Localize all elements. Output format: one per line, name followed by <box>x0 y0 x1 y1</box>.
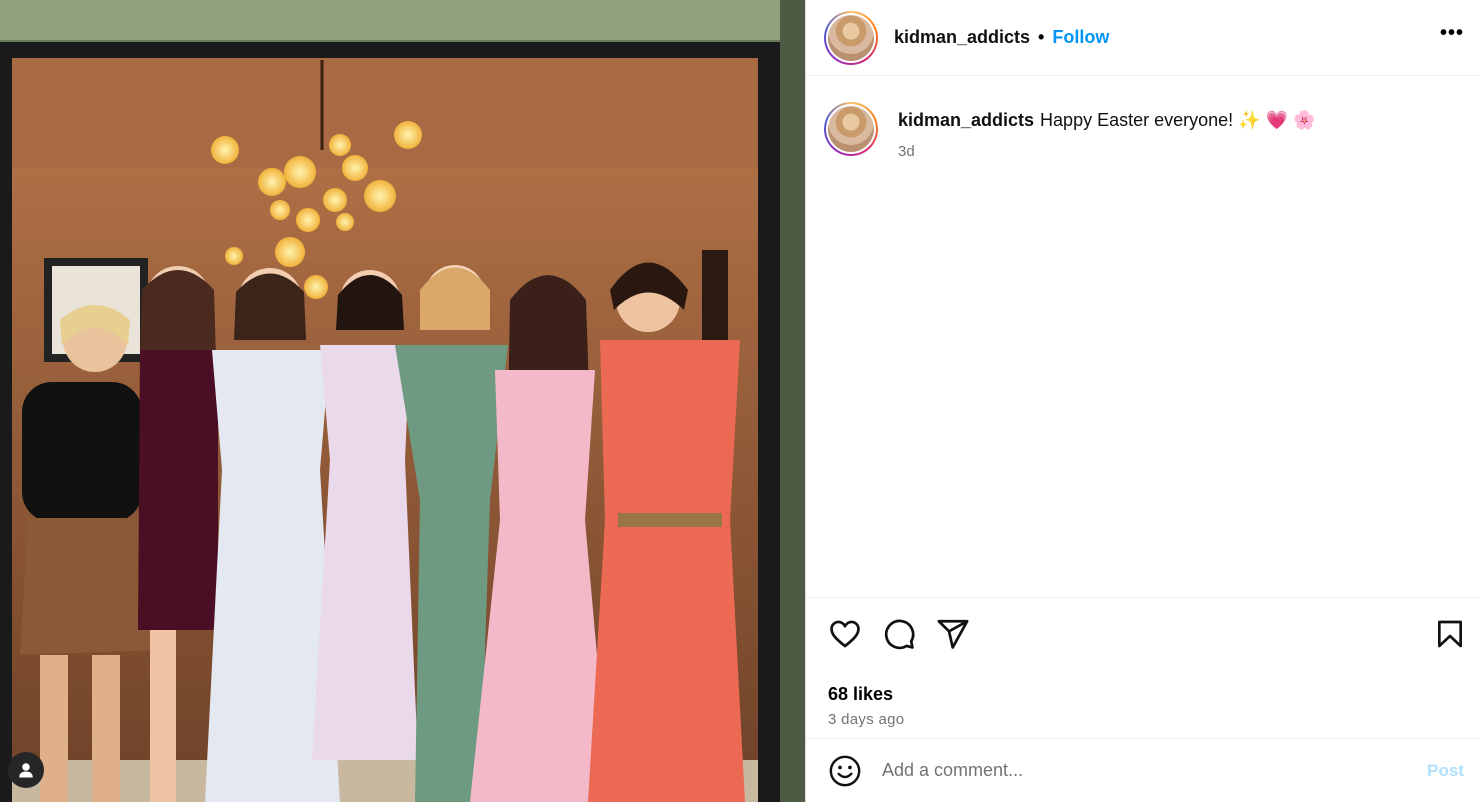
save-button[interactable] <box>1434 617 1466 651</box>
more-options-icon[interactable]: ••• <box>1440 22 1464 53</box>
post-comment-button[interactable]: Post <box>1427 761 1464 781</box>
bookmark-icon <box>1438 620 1462 648</box>
post-actions: 68 likes 3 days ago <box>806 597 1480 738</box>
heart-icon <box>830 620 860 648</box>
like-button[interactable] <box>828 617 862 651</box>
separator-dot: • <box>1038 27 1045 47</box>
author-avatar[interactable] <box>824 10 878 65</box>
post-dialog: kidman_addicts • Follow ••• kidman_addic… <box>0 0 1480 802</box>
comment-bar: Post <box>806 738 1480 802</box>
comment-input[interactable] <box>882 760 1428 781</box>
comments-section: kidman_addicts Happy Easter everyone! ✨ 💗… <box>806 76 1480 597</box>
share-icon <box>937 619 969 649</box>
comment-button[interactable] <box>882 617 916 651</box>
comment-icon <box>884 619 915 650</box>
photo-illustration <box>0 0 805 802</box>
likes-count[interactable]: 68 likes <box>828 684 1466 705</box>
tag-people-button[interactable] <box>8 752 44 788</box>
caption-avatar[interactable] <box>824 102 878 156</box>
emoji-icon <box>829 755 861 786</box>
post-image[interactable] <box>0 0 805 802</box>
author-username[interactable]: kidman_addicts <box>894 27 1030 48</box>
emoji-button[interactable] <box>828 754 862 788</box>
post-header: kidman_addicts • Follow ••• <box>806 0 1480 76</box>
caption-timestamp[interactable]: 3d <box>898 143 1315 160</box>
follow-button[interactable]: Follow <box>1052 27 1109 48</box>
post-side-panel: kidman_addicts • Follow ••• kidman_addic… <box>805 0 1480 802</box>
user-tag-icon <box>19 763 33 778</box>
caption-username[interactable]: kidman_addicts <box>898 110 1034 130</box>
caption-text: Happy Easter everyone! ✨ 💗 🌸 <box>1040 110 1316 130</box>
caption: kidman_addicts Happy Easter everyone! ✨ 💗… <box>824 102 1462 160</box>
post-date[interactable]: 3 days ago <box>828 711 1466 728</box>
share-button[interactable] <box>936 617 970 651</box>
